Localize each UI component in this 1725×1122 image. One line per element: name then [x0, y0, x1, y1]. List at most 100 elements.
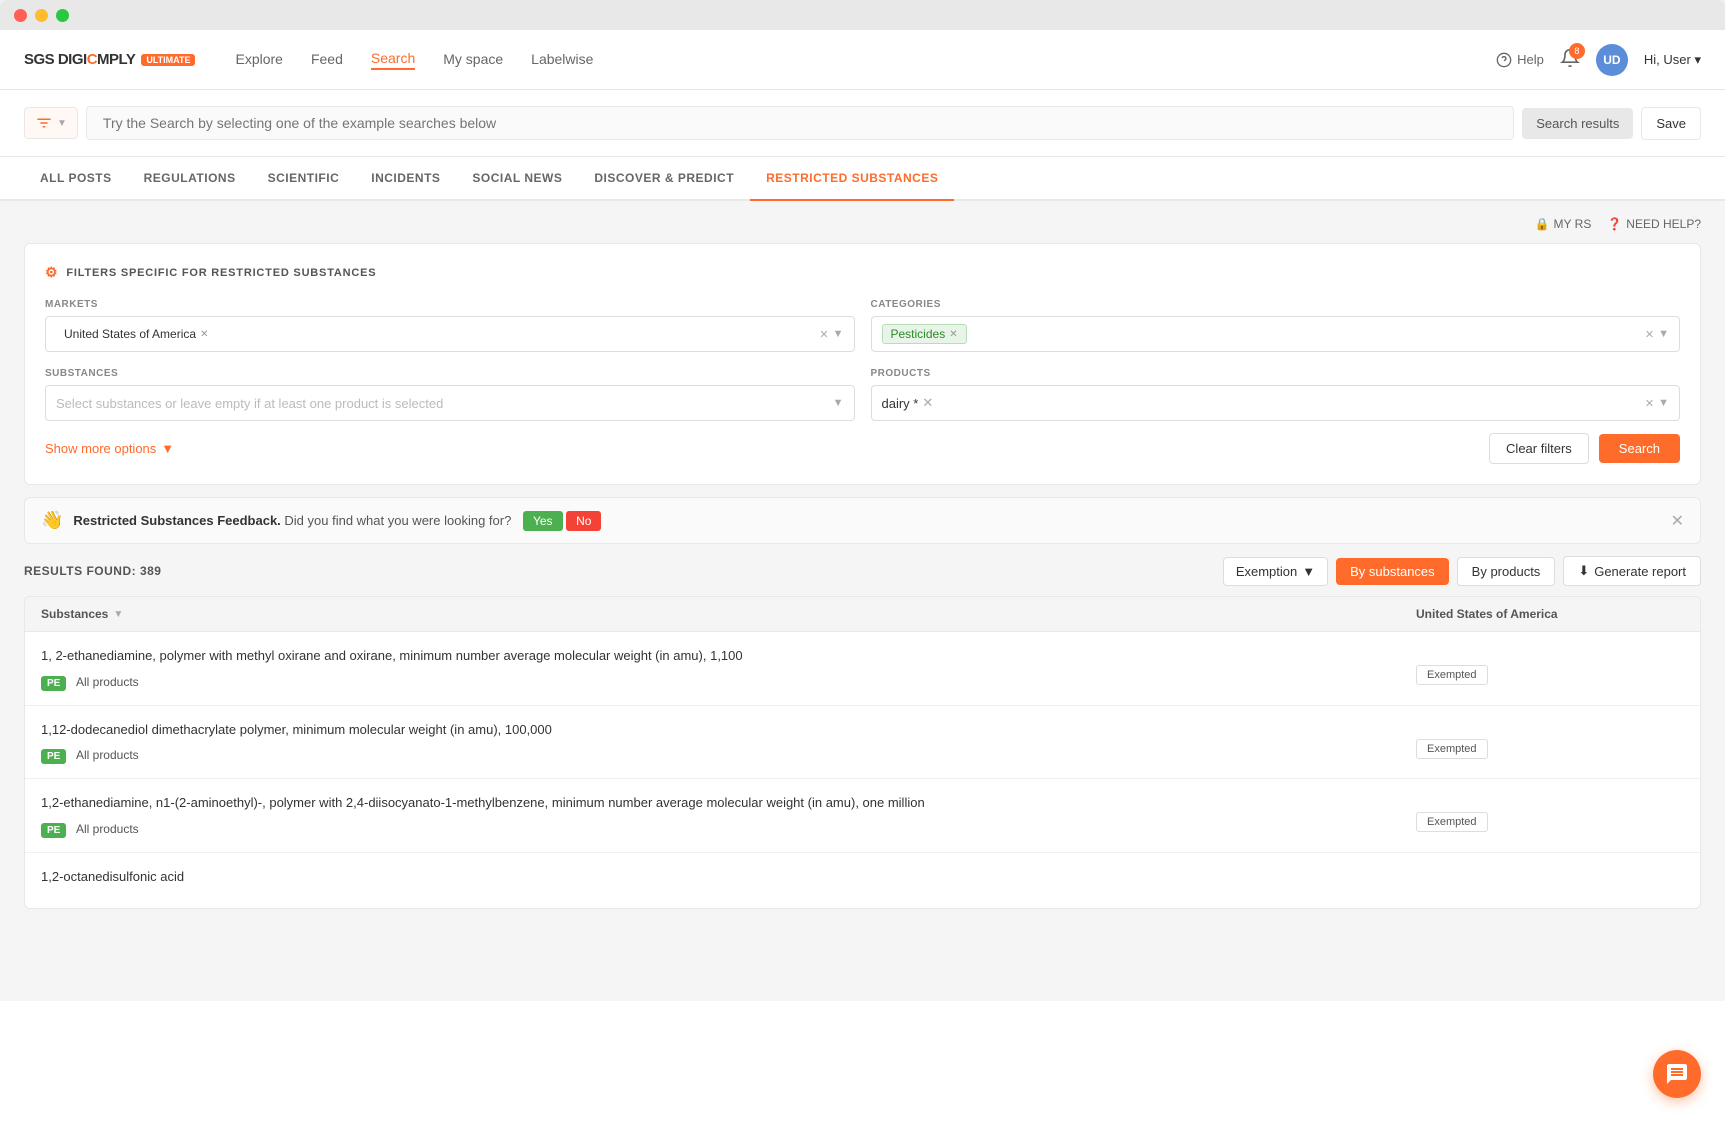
generate-report-button[interactable]: ⬇ Generate report	[1563, 556, 1701, 586]
table-row: 1,12-dodecanediol dimethacrylate polymer…	[25, 706, 1700, 780]
markets-select-icons: ✕ ▼	[819, 328, 843, 341]
clear-categories-icon[interactable]: ✕	[1645, 328, 1654, 341]
nav-link-feed[interactable]: Feed	[311, 51, 343, 69]
markets-tag-usa: United States of America ✕	[56, 325, 216, 343]
by-substances-button[interactable]: By substances	[1336, 558, 1449, 585]
feedback-no-button[interactable]: No	[566, 511, 601, 531]
markets-tag-remove[interactable]: ✕	[200, 329, 208, 340]
chevron-markets-icon[interactable]: ▼	[833, 328, 844, 340]
need-help-link[interactable]: ❓ NEED HELP?	[1607, 217, 1701, 231]
cell-substance-1: 1, 2-ethanediamine, polymer with methyl …	[25, 632, 1400, 705]
products-select-content: dairy * ✕	[882, 395, 1645, 411]
sliders-icon: ⚙	[45, 264, 58, 281]
tab-incidents[interactable]: INCIDENTS	[355, 157, 456, 201]
products-label: PRODUCTS	[871, 368, 1681, 379]
col-country: United States of America	[1400, 597, 1700, 631]
filter-actions: Clear filters Search	[1489, 433, 1680, 464]
tab-scientific[interactable]: SCIENTIFIC	[252, 157, 356, 201]
results-header: RESULTS FOUND: 389 Exemption ▼ By substa…	[24, 556, 1701, 586]
substances-select-icons: ▼	[833, 397, 844, 409]
markets-select-content: United States of America ✕	[56, 325, 819, 343]
categories-label: CATEGORIES	[871, 299, 1681, 310]
table-row: 1,2-octanedisulfonic acid	[25, 853, 1700, 909]
by-products-button[interactable]: By products	[1457, 557, 1556, 586]
tab-social-news[interactable]: SOCIAL NEWS	[456, 157, 578, 201]
products-tag-remove[interactable]: ✕	[922, 395, 933, 411]
products-select[interactable]: dairy * ✕ ✕ ▼	[871, 385, 1681, 421]
exemption-button[interactable]: Exemption ▼	[1223, 557, 1328, 586]
my-rs-link[interactable]: 🔒 MY RS	[1535, 217, 1592, 231]
logo-badge: ULTIMATE	[141, 54, 195, 66]
products-tag-dairy: dairy * ✕	[882, 395, 934, 411]
pe-badge-2: PE	[41, 749, 66, 764]
help-label: Help	[1517, 52, 1544, 67]
all-products-3: All products	[76, 822, 139, 836]
save-button[interactable]: Save	[1641, 107, 1701, 140]
clear-products-icon[interactable]: ✕	[1645, 397, 1654, 410]
categories-tag-remove[interactable]: ✕	[949, 329, 957, 340]
tab-all-posts[interactable]: ALL POSTS	[24, 157, 128, 201]
nav-link-myspace[interactable]: My space	[443, 51, 503, 69]
search-filter-button[interactable]: Search	[1599, 434, 1680, 463]
top-nav: SGS DIGICMPLY ULTIMATE Explore Feed Sear…	[0, 30, 1725, 90]
clear-markets-icon[interactable]: ✕	[819, 328, 828, 341]
substance-meta-1: PE All products	[41, 674, 1384, 691]
tab-regulations[interactable]: REGULATIONS	[128, 157, 252, 201]
nav-link-labelwise[interactable]: Labelwise	[531, 51, 593, 69]
feedback-icon: 👋	[41, 510, 63, 531]
logo: SGS DIGICMPLY ULTIMATE	[24, 51, 195, 68]
categories-select-content: Pesticides ✕	[882, 324, 1645, 344]
sort-icon[interactable]: ▼	[113, 609, 123, 620]
markets-label: MARKETS	[45, 299, 855, 310]
help-button[interactable]: Help	[1496, 52, 1544, 68]
substances-select-content: Select substances or leave empty if at l…	[56, 396, 833, 411]
rs-header: 🔒 MY RS ❓ NEED HELP?	[24, 217, 1701, 231]
markets-select[interactable]: United States of America ✕ ✕ ▼	[45, 316, 855, 352]
help-icon	[1496, 52, 1512, 68]
chat-icon	[1665, 1062, 1689, 1086]
cell-status-4	[1400, 853, 1700, 909]
search-icon-button[interactable]: ▼	[24, 107, 78, 139]
chevron-products-icon[interactable]: ▼	[1658, 397, 1669, 409]
maximize-button[interactable]	[56, 9, 69, 22]
question-icon: ❓	[1607, 217, 1622, 231]
pe-badge-3: PE	[41, 823, 66, 838]
clear-filters-button[interactable]: Clear filters	[1489, 433, 1589, 464]
window-chrome	[0, 0, 1725, 30]
categories-select[interactable]: Pesticides ✕ ✕ ▼	[871, 316, 1681, 352]
feedback-text: Restricted Substances Feedback. Did you …	[73, 511, 1660, 531]
filters-bottom: Show more options ▼ Clear filters Search	[45, 433, 1680, 464]
substance-meta-2: PE All products	[41, 747, 1384, 764]
table-row: 1, 2-ethanediamine, polymer with methyl …	[25, 632, 1700, 706]
minimize-button[interactable]	[35, 9, 48, 22]
substances-label: SUBSTANCES	[45, 368, 855, 379]
filters-title-text: FILTERS SPECIFIC FOR RESTRICTED SUBSTANC…	[66, 267, 376, 279]
chevron-substances-icon[interactable]: ▼	[833, 397, 844, 409]
results-actions: Exemption ▼ By substances By products ⬇ …	[1223, 556, 1701, 586]
search-results-button[interactable]: Search results	[1522, 108, 1633, 139]
download-icon: ⬇	[1578, 563, 1589, 579]
chevron-categories-icon[interactable]: ▼	[1658, 328, 1669, 340]
user-greeting[interactable]: Hi, User ▾	[1644, 52, 1701, 68]
nav-link-search[interactable]: Search	[371, 50, 415, 70]
chevron-exemption-icon: ▼	[1302, 564, 1315, 579]
chevron-down-icon: ▼	[57, 118, 67, 129]
filter-icon	[35, 114, 53, 132]
close-button[interactable]	[14, 9, 27, 22]
feedback-yes-button[interactable]: Yes	[523, 511, 563, 531]
show-more-options[interactable]: Show more options ▼	[45, 441, 174, 456]
app-container: SGS DIGICMPLY ULTIMATE Explore Feed Sear…	[0, 30, 1725, 1122]
nav-link-explore[interactable]: Explore	[235, 51, 282, 69]
close-banner-button[interactable]: ✕	[1671, 511, 1684, 531]
cell-status-1: Exempted	[1400, 632, 1700, 705]
tab-restricted-substances[interactable]: RESTRICTED SUBSTANCES	[750, 157, 954, 201]
substances-placeholder: Select substances or leave empty if at l…	[56, 396, 443, 411]
user-avatar: UD	[1596, 44, 1628, 76]
exempted-badge-2: Exempted	[1416, 739, 1488, 759]
notifications-bell[interactable]: 8	[1560, 48, 1580, 71]
main-search-input[interactable]	[86, 106, 1514, 140]
substances-select[interactable]: Select substances or leave empty if at l…	[45, 385, 855, 421]
products-select-icons: ✕ ▼	[1645, 397, 1669, 410]
tab-discover-predict[interactable]: DISCOVER & PREDICT	[578, 157, 750, 201]
chat-bubble[interactable]	[1653, 1050, 1701, 1098]
